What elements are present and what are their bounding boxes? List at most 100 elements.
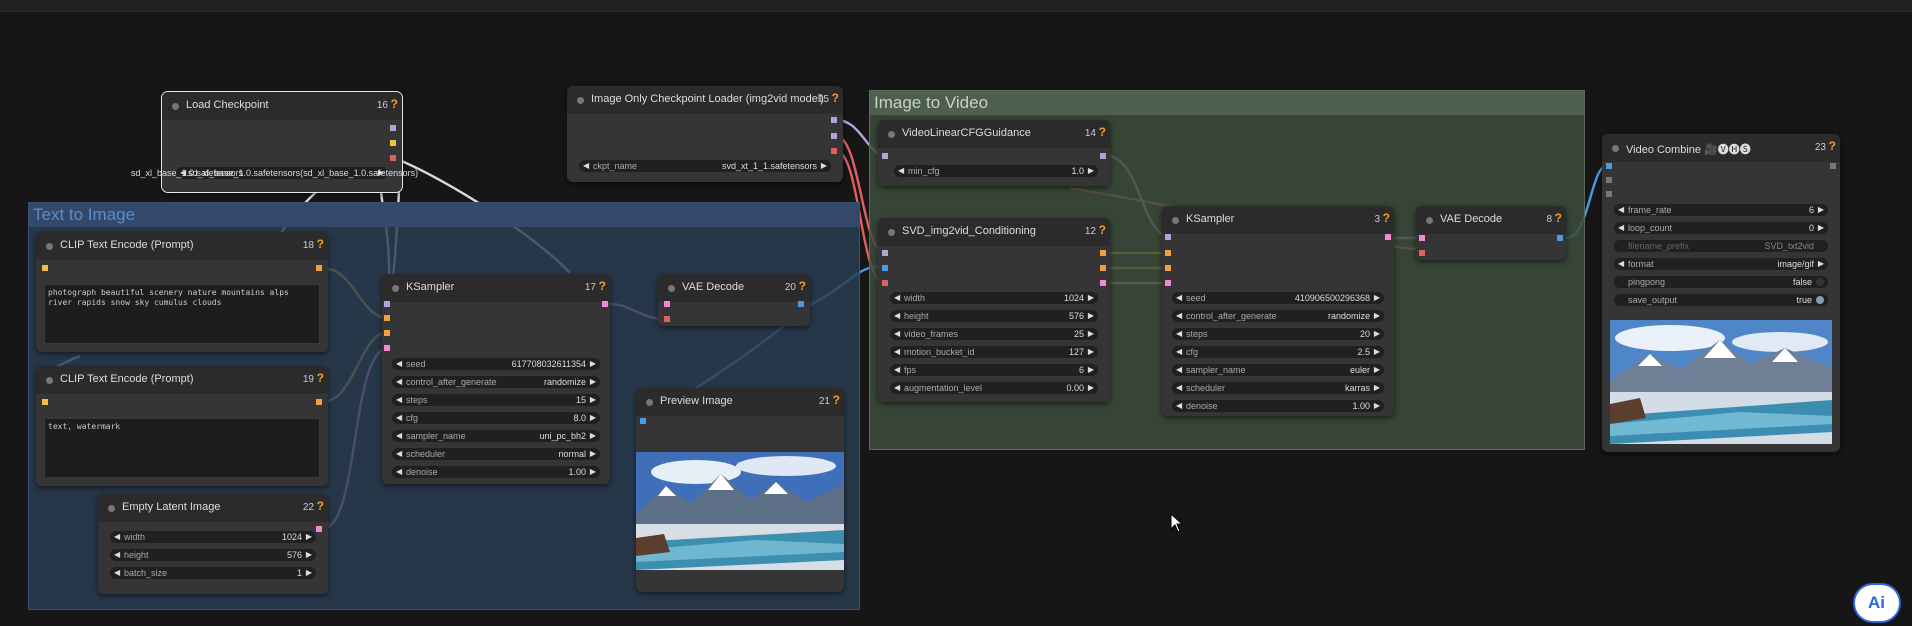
decrement-arrow-icon[interactable]: ◀ — [894, 346, 900, 358]
decrement-arrow-icon[interactable]: ◀ — [1176, 310, 1182, 322]
output-model-socket[interactable] — [831, 117, 837, 123]
widget-control-after-generate[interactable]: ◀ control_after_generate randomize ▶ — [392, 376, 600, 388]
widget-motion-bucket-id[interactable]: ◀ motion_bucket_id 127 ▶ — [890, 346, 1098, 358]
decrement-arrow-icon[interactable]: ◀ — [898, 165, 904, 177]
widget-frame-rate[interactable]: ◀ frame_rate 6 ▶ — [1614, 204, 1828, 216]
preview-landscape-image[interactable] — [636, 452, 844, 570]
decrement-arrow-icon[interactable]: ◀ — [894, 310, 900, 322]
input-positive-socket[interactable] — [384, 315, 390, 321]
input-vae-socket[interactable] — [664, 316, 670, 322]
output-positive-socket[interactable] — [1100, 250, 1106, 256]
widget-scheduler[interactable]: ◀ scheduler normal ▶ — [392, 448, 600, 460]
input-meta-socket[interactable] — [1606, 191, 1612, 197]
node-preview-image[interactable]: Preview Image 21 ? — [636, 388, 844, 592]
node-clip-text-encode-19[interactable]: CLIP Text Encode (Prompt) 19 ? text, wat… — [36, 366, 328, 486]
decrement-arrow-icon[interactable]: ◀ — [396, 376, 402, 388]
increment-arrow-icon[interactable]: ▶ — [1088, 328, 1094, 340]
input-clip-socket[interactable] — [42, 265, 48, 271]
output-latent-socket[interactable] — [602, 301, 608, 307]
increment-arrow-icon[interactable]: ▶ — [1088, 310, 1094, 322]
input-vae-socket[interactable] — [1419, 250, 1425, 256]
increment-arrow-icon[interactable]: ▶ — [1374, 310, 1380, 322]
node-video-linear-cfg-guidance[interactable]: VideoLinearCFGGuidance 14 ? ◀ min_cfg 1.0 ▶ — [878, 120, 1110, 186]
collapse-dot[interactable] — [888, 131, 895, 138]
widget-loop-count[interactable]: ◀ loop_count 0 ▶ — [1614, 222, 1828, 234]
collapse-dot[interactable] — [888, 229, 895, 236]
widget-batch-size[interactable]: ◀ batch_size 1 ▶ — [110, 567, 316, 579]
increment-arrow-icon[interactable]: ▶ — [1088, 346, 1094, 358]
output-vae-socket[interactable] — [831, 148, 837, 154]
input-clipvision-socket[interactable] — [882, 250, 888, 256]
output-conditioning-socket[interactable] — [316, 265, 322, 271]
node-svd-img2vid-conditioning[interactable]: SVD_img2vid_Conditioning 12 ? ◀ width 1024… — [878, 218, 1110, 402]
widget-sampler-name[interactable]: ◀ sampler_name uni_pc_bh2 ▶ — [392, 430, 600, 442]
node-vae-decode-8[interactable]: VAE Decode 8 ? — [1416, 206, 1566, 260]
input-model-socket[interactable] — [1165, 234, 1171, 240]
increment-arrow-icon[interactable]: ▶ — [1818, 222, 1824, 234]
output-model-socket[interactable] — [1100, 153, 1106, 159]
widget-denoise[interactable]: ◀ denoise 1.00 ▶ — [392, 466, 600, 478]
increment-arrow-icon[interactable]: ▶ — [306, 567, 312, 579]
increment-arrow-icon[interactable]: ▶ — [1818, 204, 1824, 216]
widget-fps[interactable]: ◀ fps 6 ▶ — [890, 364, 1098, 376]
toggle-switch-icon[interactable] — [1816, 296, 1824, 304]
decrement-arrow-icon[interactable]: ◀ — [1176, 292, 1182, 304]
input-init-image-socket[interactable] — [882, 265, 888, 271]
decrement-arrow-icon[interactable]: ◀ — [894, 328, 900, 340]
decrement-arrow-icon[interactable]: ◀ — [396, 358, 402, 370]
decrement-arrow-icon[interactable]: ◀ — [1176, 382, 1182, 394]
increment-arrow-icon[interactable]: ▶ — [1818, 258, 1824, 270]
collapse-dot[interactable] — [668, 285, 675, 292]
widget-min-cfg[interactable]: ◀ min_cfg 1.0 ▶ — [894, 165, 1098, 177]
decrement-arrow-icon[interactable]: ◀ — [114, 567, 120, 579]
decrement-arrow-icon[interactable]: ◀ — [1618, 258, 1624, 270]
collapse-dot[interactable] — [172, 103, 179, 110]
decrement-arrow-icon[interactable]: ◀ — [396, 448, 402, 460]
input-samples-socket[interactable] — [1419, 235, 1425, 241]
input-samples-socket[interactable] — [664, 301, 670, 307]
ckpt-name-widget[interactable]: ◀ ckpt_name svd_xt_1_1.safetensors ▶ — [579, 160, 831, 172]
collapse-dot[interactable] — [646, 399, 653, 406]
increment-arrow-icon[interactable]: ▶ — [590, 448, 596, 460]
input-negative-socket[interactable] — [384, 330, 390, 336]
node-video-combine[interactable]: Video Combine 🎥🅥🅗🅢 23 ? ◀ frame_rate 6 ▶ ◀ lo… — [1602, 134, 1840, 452]
widget-augmentation-level[interactable]: ◀ augmentation_level 0.00 ▶ — [890, 382, 1098, 394]
increment-arrow-icon[interactable]: ▶ — [1088, 292, 1094, 304]
node-ksampler-17[interactable]: KSampler 17 ? ◀ seed 617708032611354 ▶ ◀ cont… — [382, 274, 610, 484]
input-images-socket[interactable] — [640, 418, 646, 424]
widget-control-after-generate[interactable]: ◀ control_after_generate randomize ▶ — [1172, 310, 1384, 322]
prompt-textarea[interactable]: text, watermark — [44, 418, 320, 478]
collapse-dot[interactable] — [108, 505, 115, 512]
increment-arrow-icon[interactable]: ▶ — [1088, 382, 1094, 394]
toggle-switch-icon[interactable] — [1816, 278, 1824, 286]
input-model-socket[interactable] — [882, 153, 888, 159]
increment-arrow-icon[interactable]: ▶ — [590, 376, 596, 388]
input-positive-socket[interactable] — [1165, 250, 1171, 256]
decrement-arrow-icon[interactable]: ◀ — [396, 412, 402, 424]
node-clip-text-encode-18[interactable]: CLIP Text Encode (Prompt) 18 ? photograp… — [36, 232, 328, 352]
increment-arrow-icon[interactable]: ▶ — [590, 430, 596, 442]
widget-scheduler[interactable]: ◀ scheduler karras ▶ — [1172, 382, 1384, 394]
widget-cfg[interactable]: ◀ cfg 2.5 ▶ — [1172, 346, 1384, 358]
decrement-arrow-icon[interactable]: ◀ — [1618, 222, 1624, 234]
increment-arrow-icon[interactable]: ▶ — [590, 394, 596, 406]
increment-arrow-icon[interactable]: ▶ — [1088, 364, 1094, 376]
collapse-dot[interactable] — [392, 285, 399, 292]
increment-arrow-icon[interactable]: ▶ — [306, 531, 312, 543]
video-output-preview[interactable] — [1610, 320, 1832, 444]
increment-arrow-icon[interactable]: ▶ — [590, 412, 596, 424]
collapse-dot[interactable] — [1426, 217, 1433, 224]
output-image-socket[interactable] — [798, 301, 804, 307]
widget-seed[interactable]: ◀ seed 410906500296368 ▶ — [1172, 292, 1384, 304]
increment-arrow-icon[interactable]: ▶ — [306, 549, 312, 561]
decrement-arrow-icon[interactable]: ◀ — [1618, 204, 1624, 216]
widget-save-output[interactable]: save_output true — [1614, 294, 1828, 306]
increment-arrow-icon[interactable]: ▶ — [1088, 165, 1094, 177]
collapse-dot[interactable] — [1172, 217, 1179, 224]
widget-steps[interactable]: ◀ steps 15 ▶ — [392, 394, 600, 406]
decrement-arrow-icon[interactable]: ◀ — [1176, 400, 1182, 412]
decrement-arrow-icon[interactable]: ◀ — [1176, 364, 1182, 376]
decrement-arrow-icon[interactable]: ◀ — [1176, 346, 1182, 358]
increment-arrow-icon[interactable]: ▶ — [821, 160, 827, 172]
widget-pingpong[interactable]: pingpong false — [1614, 276, 1828, 288]
